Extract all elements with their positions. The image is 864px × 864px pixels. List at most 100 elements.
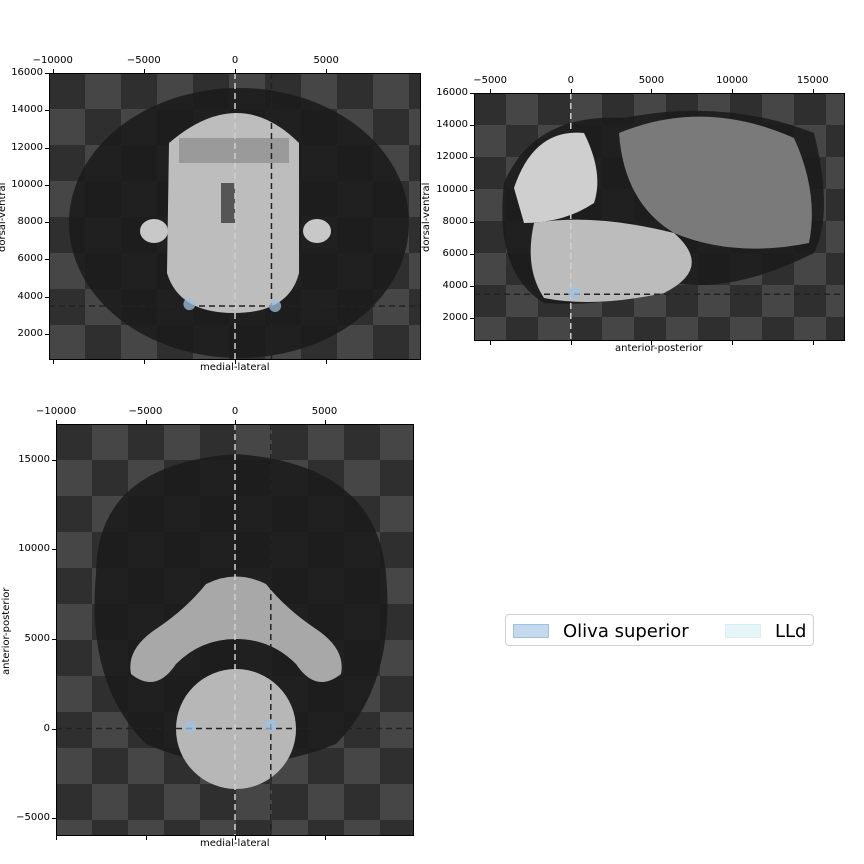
y-tick-label: 8000 — [442, 215, 468, 227]
y-tick-label: 10000 — [436, 183, 468, 195]
sagittal-image — [474, 93, 845, 341]
coronal-xlabel: medial-lateral — [200, 362, 270, 373]
x-tick — [324, 420, 326, 424]
y-tick-label: 6000 — [442, 248, 468, 260]
y-tick — [470, 286, 474, 288]
x-tick-label: 5000 — [638, 75, 665, 86]
y-tick — [52, 638, 56, 640]
y-tick-label: 15000 — [18, 453, 50, 465]
coronal-ylabel: dorsal-ventral — [0, 182, 8, 252]
region-marker — [184, 720, 197, 733]
x-tick-label: −10000 — [36, 406, 77, 417]
y-tick — [52, 818, 56, 820]
x-tick-label: 5000 — [311, 406, 338, 417]
y-tick-label: 4000 — [17, 290, 43, 302]
y-tick — [470, 93, 474, 94]
y-tick-label: 4000 — [442, 280, 468, 292]
x-tick-label: 0 — [567, 75, 574, 86]
y-tick-label: 8000 — [17, 216, 43, 228]
y-tick — [45, 110, 49, 112]
y-tick — [52, 728, 56, 730]
x-tick — [812, 89, 814, 93]
y-tick — [45, 259, 49, 261]
y-tick-label: 10000 — [18, 543, 50, 555]
sagittal-plot-area — [474, 93, 845, 341]
x-tick — [732, 341, 734, 345]
region-marker — [269, 299, 282, 312]
legend-item-oliva-superior: Oliva superior — [513, 620, 689, 642]
x-tick — [326, 360, 328, 364]
sagittal-ylabel: dorsal-ventral — [421, 182, 432, 252]
x-tick-label: −5000 — [126, 55, 161, 66]
y-tick — [45, 184, 49, 186]
y-tick-label: 2000 — [442, 312, 468, 324]
coronal-image — [49, 73, 421, 360]
y-tick — [470, 318, 474, 320]
x-tick — [52, 360, 54, 364]
x-tick-label: −10000 — [32, 55, 73, 66]
x-tick — [812, 341, 814, 345]
y-tick-label: 10000 — [11, 178, 43, 190]
legend-label: LLd — [775, 620, 807, 642]
x-tick — [490, 89, 492, 93]
y-tick — [470, 221, 474, 223]
region-marker — [183, 298, 196, 311]
x-tick — [56, 836, 57, 840]
y-tick-label: −5000 — [16, 812, 50, 824]
y-tick — [45, 296, 49, 298]
x-tick — [145, 836, 147, 840]
x-tick-label: 5000 — [313, 55, 339, 66]
horizontal-xlabel: medial-lateral — [200, 838, 270, 849]
legend-swatch-lld — [725, 624, 761, 638]
x-tick — [324, 836, 326, 840]
x-tick-label: −5000 — [128, 406, 163, 417]
y-tick-label: 0 — [43, 722, 50, 734]
y-tick-label: 5000 — [24, 632, 50, 644]
cerebellum-band — [179, 138, 289, 163]
legend: Oliva superior LLd — [505, 614, 814, 646]
left-lobe — [140, 219, 168, 243]
right-lobe — [303, 219, 331, 243]
y-tick-label: 16000 — [11, 67, 43, 78]
y-tick-label: 16000 — [436, 87, 468, 98]
x-tick — [326, 69, 328, 73]
legend-label: Oliva superior — [563, 620, 689, 642]
y-tick-label: 14000 — [436, 119, 468, 131]
y-tick — [45, 147, 49, 149]
x-tick — [235, 420, 236, 424]
brainstem — [530, 219, 692, 302]
y-tick-label: 2000 — [17, 327, 43, 339]
y-tick — [45, 73, 49, 74]
x-tick — [143, 360, 145, 364]
y-tick — [470, 254, 474, 256]
x-tick — [143, 69, 145, 73]
anatomy-shapes — [69, 88, 409, 358]
x-tick-label: 10000 — [716, 75, 748, 86]
x-tick — [56, 420, 57, 424]
y-tick-label: 6000 — [17, 253, 43, 265]
y-tick — [45, 222, 49, 224]
y-tick — [470, 125, 474, 127]
y-tick — [52, 549, 56, 551]
x-tick-label: 0 — [231, 406, 239, 417]
x-tick — [52, 69, 54, 73]
region-marker — [568, 286, 581, 299]
y-tick — [470, 189, 474, 191]
y-tick — [52, 459, 56, 461]
x-tick — [490, 341, 492, 345]
legend-swatch-oliva-superior — [513, 624, 549, 638]
x-tick — [651, 89, 653, 93]
sagittal-xlabel: anterior-posterior — [615, 343, 703, 354]
x-tick-label: 15000 — [796, 75, 829, 86]
x-tick — [732, 89, 734, 93]
y-tick — [470, 157, 474, 159]
horizontal-ylabel: anterior-posterior — [1, 587, 12, 676]
ventricle — [221, 183, 235, 223]
x-tick — [235, 69, 236, 73]
y-tick — [45, 333, 49, 335]
horizontal-image — [56, 424, 414, 836]
y-tick-label: 12000 — [436, 151, 468, 163]
y-tick-label: 12000 — [11, 141, 43, 153]
x-tick-label: −5000 — [473, 75, 508, 86]
x-tick-label: 0 — [231, 55, 239, 66]
